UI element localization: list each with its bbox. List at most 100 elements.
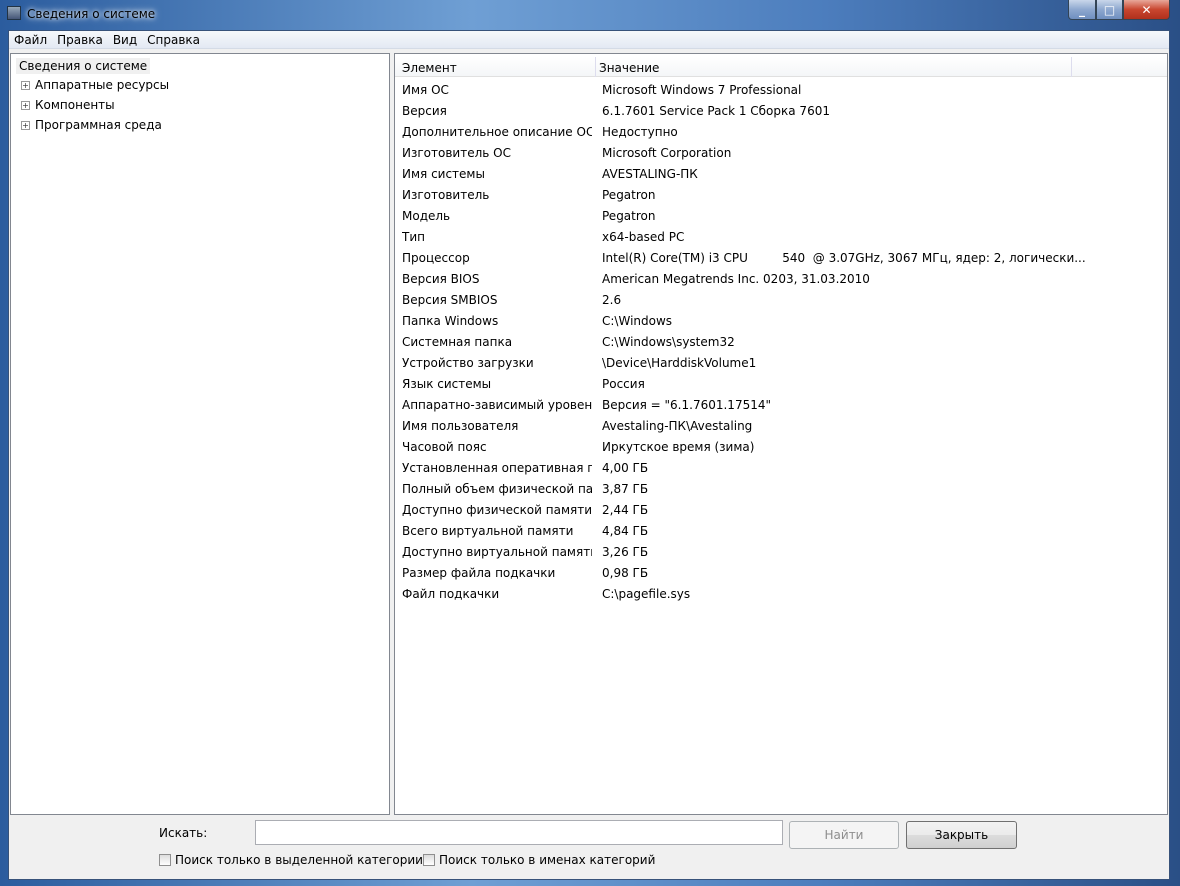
item-cell: Модель: [402, 209, 451, 223]
item-cell: Полный объем физической па...: [402, 482, 592, 496]
category-tree: Сведения о системе + Аппаратные ресурсы +…: [10, 53, 390, 815]
item-cell: Изготовитель ОС: [402, 146, 511, 160]
maximize-button[interactable]: □: [1096, 0, 1123, 20]
expand-icon[interactable]: +: [21, 80, 30, 90]
menu-view[interactable]: Вид: [108, 33, 142, 47]
tree-item-label: Компоненты: [35, 98, 115, 112]
table-row[interactable]: Размер файла подкачки 0,98 ГБ: [395, 566, 1167, 587]
value-cell: 3,26 ГБ: [602, 545, 649, 559]
table-row[interactable]: Установленная оперативная п... 4,00 ГБ: [395, 461, 1167, 482]
value-cell: Версия = "6.1.7601.17514": [602, 398, 771, 412]
value-cell: 3,87 ГБ: [602, 482, 649, 496]
menu-file[interactable]: Файл: [9, 33, 52, 47]
value-cell: \Device\HarddiskVolume1: [602, 356, 757, 370]
value-cell: 2,44 ГБ: [602, 503, 649, 517]
value-cell: Pegatron: [602, 188, 656, 202]
table-row[interactable]: Доступно физической памяти 2,44 ГБ: [395, 503, 1167, 524]
table-row[interactable]: Часовой пояс Иркутское время (зима): [395, 440, 1167, 461]
menu-edit[interactable]: Правка: [52, 33, 108, 47]
close-button[interactable]: Закрыть: [906, 821, 1017, 849]
minimize-button[interactable]: _: [1068, 0, 1096, 20]
menu-bar: Файл Правка Вид Справка: [9, 31, 1169, 49]
value-cell: Россия: [602, 377, 645, 391]
main-window: Файл Правка Вид Справка Сведения о систе…: [8, 30, 1170, 880]
search-selected-category-checkbox[interactable]: Поиск только в выделенной категории: [159, 853, 423, 867]
table-row[interactable]: Версия BIOS American Megatrends Inc. 0203…: [395, 272, 1167, 293]
table-row[interactable]: Всего виртуальной памяти 4,84 ГБ: [395, 524, 1167, 545]
table-row[interactable]: Процессор Intel(R) Core(TM) i3 CPU 540 @ …: [395, 251, 1167, 272]
table-row[interactable]: Изготовитель ОС Microsoft Corporation: [395, 146, 1167, 167]
checkbox-label: Поиск только в выделенной категории: [175, 853, 423, 867]
value-cell: C:\Windows: [602, 314, 673, 328]
checkbox-label: Поиск только в именах категорий: [439, 853, 656, 867]
tree-item-system-summary[interactable]: Сведения о системе: [16, 58, 151, 74]
table-row[interactable]: Изготовитель Pegatron: [395, 188, 1167, 209]
column-header-item[interactable]: Элемент: [402, 61, 457, 75]
table-row[interactable]: Аппаратно-зависимый уровен... Версия = "6…: [395, 398, 1167, 419]
table-row[interactable]: Системная папка C:\Windows\system32: [395, 335, 1167, 356]
value-cell: Microsoft Windows 7 Professional: [602, 83, 802, 97]
item-cell: Имя пользователя: [402, 419, 519, 433]
table-row[interactable]: Имя системы AVESTALING-ПК: [395, 167, 1167, 188]
menu-help[interactable]: Справка: [142, 33, 205, 47]
tree-item-components[interactable]: + Компоненты: [21, 98, 115, 112]
item-cell: Процессор: [402, 251, 470, 265]
checkbox[interactable]: [423, 854, 435, 866]
item-cell: Папка Windows: [402, 314, 499, 328]
find-button[interactable]: Найти: [789, 821, 899, 849]
item-cell: Файл подкачки: [402, 587, 500, 601]
table-row[interactable]: Версия SMBIOS 2.6: [395, 293, 1167, 314]
table-row[interactable]: Язык системы Россия: [395, 377, 1167, 398]
search-label: Искать:: [159, 826, 208, 840]
item-cell: Язык системы: [402, 377, 492, 391]
item-cell: Всего виртуальной памяти: [402, 524, 574, 538]
value-cell: Avestaling-ПК\Avestaling: [602, 419, 753, 433]
column-header-value[interactable]: Значение: [599, 61, 659, 75]
checkbox[interactable]: [159, 854, 171, 866]
table-row[interactable]: Версия 6.1.7601 Service Pack 1 Сборка 760…: [395, 104, 1167, 125]
table-row[interactable]: Имя ОС Microsoft Windows 7 Professional: [395, 83, 1167, 104]
table-row[interactable]: Файл подкачки C:\pagefile.sys: [395, 587, 1167, 608]
item-cell: Доступно виртуальной памяти: [402, 545, 592, 559]
table-row[interactable]: Тип x64-based PC: [395, 230, 1167, 251]
value-cell: Intel(R) Core(TM) i3 CPU 540 @ 3.07GHz, …: [602, 251, 1086, 265]
tree-item-label: Аппаратные ресурсы: [35, 78, 170, 92]
item-cell: Версия BIOS: [402, 272, 480, 286]
expand-icon[interactable]: +: [21, 120, 30, 130]
table-header: Элемент Значение: [395, 57, 1167, 77]
tree-item-software[interactable]: + Программная среда: [21, 118, 162, 132]
search-input[interactable]: [255, 820, 783, 845]
value-cell: x64-based PC: [602, 230, 685, 244]
value-cell: 4,84 ГБ: [602, 524, 649, 538]
table-row[interactable]: Доступно виртуальной памяти 3,26 ГБ: [395, 545, 1167, 566]
table-row[interactable]: Папка Windows C:\Windows: [395, 314, 1167, 335]
table-row[interactable]: Полный объем физической па... 3,87 ГБ: [395, 482, 1167, 503]
app-icon: [7, 6, 21, 20]
item-cell: Аппаратно-зависимый уровен...: [402, 398, 592, 412]
search-category-names-checkbox[interactable]: Поиск только в именах категорий: [423, 853, 655, 867]
tree-item-label: Программная среда: [35, 118, 162, 132]
item-cell: Системная папка: [402, 335, 513, 349]
item-cell: Тип: [402, 230, 425, 244]
table-row[interactable]: Модель Pegatron: [395, 209, 1167, 230]
table-row[interactable]: Устройство загрузки \Device\HarddiskVolum…: [395, 356, 1167, 377]
title-bar: Сведения о системе _ □ ✕: [0, 0, 1180, 30]
value-cell: 2.6: [602, 293, 622, 307]
value-cell: Pegatron: [602, 209, 656, 223]
tree-item-hardware[interactable]: + Аппаратные ресурсы: [21, 78, 169, 92]
value-cell: 6.1.7601 Service Pack 1 Сборка 7601: [602, 104, 830, 118]
expand-icon[interactable]: +: [21, 100, 30, 110]
table-row[interactable]: Имя пользователя Avestaling-ПК\Avestaling: [395, 419, 1167, 440]
item-cell: Дополнительное описание ОС: [402, 125, 592, 139]
item-cell: Изготовитель: [402, 188, 490, 202]
value-cell: 4,00 ГБ: [602, 461, 649, 475]
close-window-button[interactable]: ✕: [1123, 0, 1170, 20]
item-cell: Версия SMBIOS: [402, 293, 498, 307]
value-cell: C:\pagefile.sys: [602, 587, 691, 601]
table-row[interactable]: Дополнительное описание ОС Недоступно: [395, 125, 1167, 146]
item-cell: Устройство загрузки: [402, 356, 534, 370]
item-cell: Доступно физической памяти: [402, 503, 592, 517]
value-cell: American Megatrends Inc. 0203, 31.03.201…: [602, 272, 870, 286]
item-cell: Размер файла подкачки: [402, 566, 556, 580]
item-cell: Имя системы: [402, 167, 485, 181]
